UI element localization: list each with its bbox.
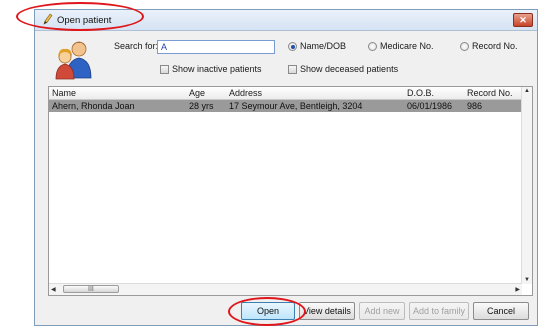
radio-record-no-label: Record No. xyxy=(472,41,518,51)
radio-medicare[interactable] xyxy=(368,42,377,51)
pencil-icon xyxy=(43,13,53,25)
cancel-button[interactable]: Cancel xyxy=(473,302,529,320)
search-input[interactable] xyxy=(157,40,275,54)
title-bar[interactable]: Open patient ✕ xyxy=(35,10,537,31)
column-age[interactable]: Age xyxy=(189,88,205,98)
table-header: Name Age Address D.O.B. Record No. xyxy=(49,87,522,100)
column-name[interactable]: Name xyxy=(52,88,76,98)
cell-record-no: 986 xyxy=(467,101,483,111)
cell-dob: 06/01/1986 xyxy=(407,101,453,111)
show-deceased-checkbox[interactable] xyxy=(288,65,297,74)
scroll-grip: III xyxy=(88,286,94,293)
show-inactive-label: Show inactive patients xyxy=(172,64,262,74)
radio-name-dob[interactable] xyxy=(288,42,297,51)
horizontal-scrollbar[interactable]: ◀ III ▶ xyxy=(49,283,522,295)
search-label: Search for: xyxy=(114,41,159,51)
radio-medicare-label: Medicare No. xyxy=(380,41,434,51)
add-to-family-button[interactable]: Add to family xyxy=(409,302,469,320)
scroll-up-arrow-icon[interactable]: ▲ xyxy=(524,88,530,94)
radio-record-no[interactable] xyxy=(460,42,469,51)
add-new-button[interactable]: Add new xyxy=(359,302,405,320)
cell-name: Ahern, Rhonda Joan xyxy=(52,101,135,111)
column-dob[interactable]: D.O.B. xyxy=(407,88,434,98)
show-deceased-label: Show deceased patients xyxy=(300,64,399,74)
scroll-down-arrow-icon[interactable]: ▼ xyxy=(524,277,530,283)
horizontal-scroll-thumb[interactable]: III xyxy=(63,285,119,293)
cell-address: 17 Seymour Ave, Bentleigh, 3204 xyxy=(229,101,363,111)
column-address[interactable]: Address xyxy=(229,88,262,98)
patient-family-icon xyxy=(55,41,92,80)
radio-name-dob-label: Name/DOB xyxy=(300,41,347,51)
column-record-no[interactable]: Record No. xyxy=(467,88,513,98)
open-button[interactable]: Open xyxy=(241,302,295,320)
patient-table: Name Age Address D.O.B. Record No. Ahern… xyxy=(48,86,533,296)
table-row[interactable]: Ahern, Rhonda Joan 28 yrs 17 Seymour Ave… xyxy=(49,100,522,112)
vertical-scrollbar[interactable]: ▲ ▼ xyxy=(521,87,532,284)
scroll-right-arrow-icon[interactable]: ▶ xyxy=(515,286,520,293)
open-patient-dialog: Open patient ✕ Search for: Name/DOB Medi… xyxy=(34,9,538,326)
view-details-button[interactable]: View details xyxy=(299,302,355,320)
scroll-left-arrow-icon[interactable]: ◀ xyxy=(51,286,56,293)
window-title: Open patient xyxy=(57,15,112,26)
cell-age: 28 yrs xyxy=(189,101,214,111)
show-inactive-checkbox[interactable] xyxy=(160,65,169,74)
close-button[interactable]: ✕ xyxy=(513,13,533,27)
